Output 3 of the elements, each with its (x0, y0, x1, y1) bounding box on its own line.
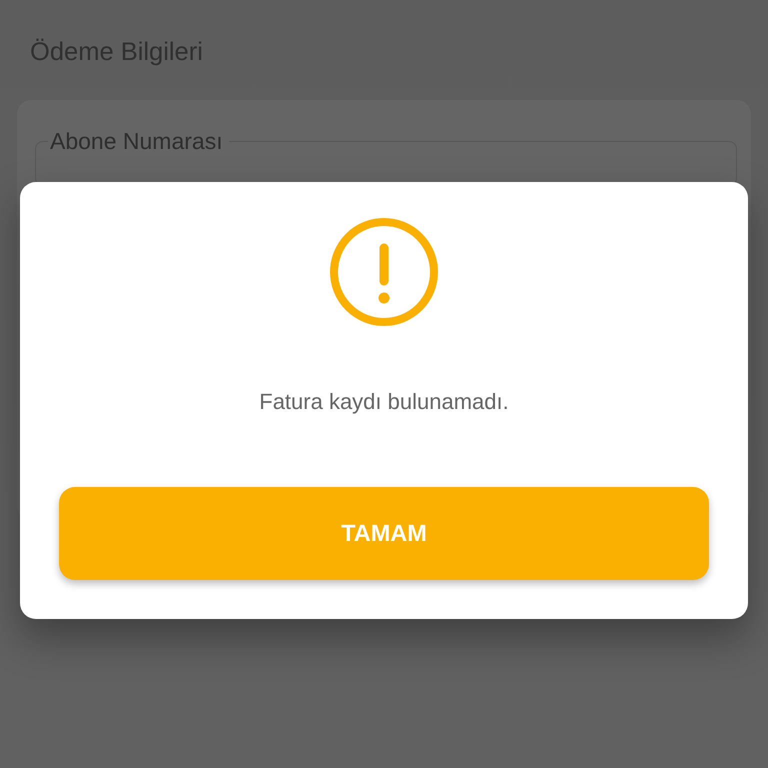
warning-icon (330, 218, 438, 326)
ok-button[interactable]: TAMAM (59, 487, 709, 580)
dialog-message: Fatura kaydı bulunamadı. (259, 389, 509, 415)
